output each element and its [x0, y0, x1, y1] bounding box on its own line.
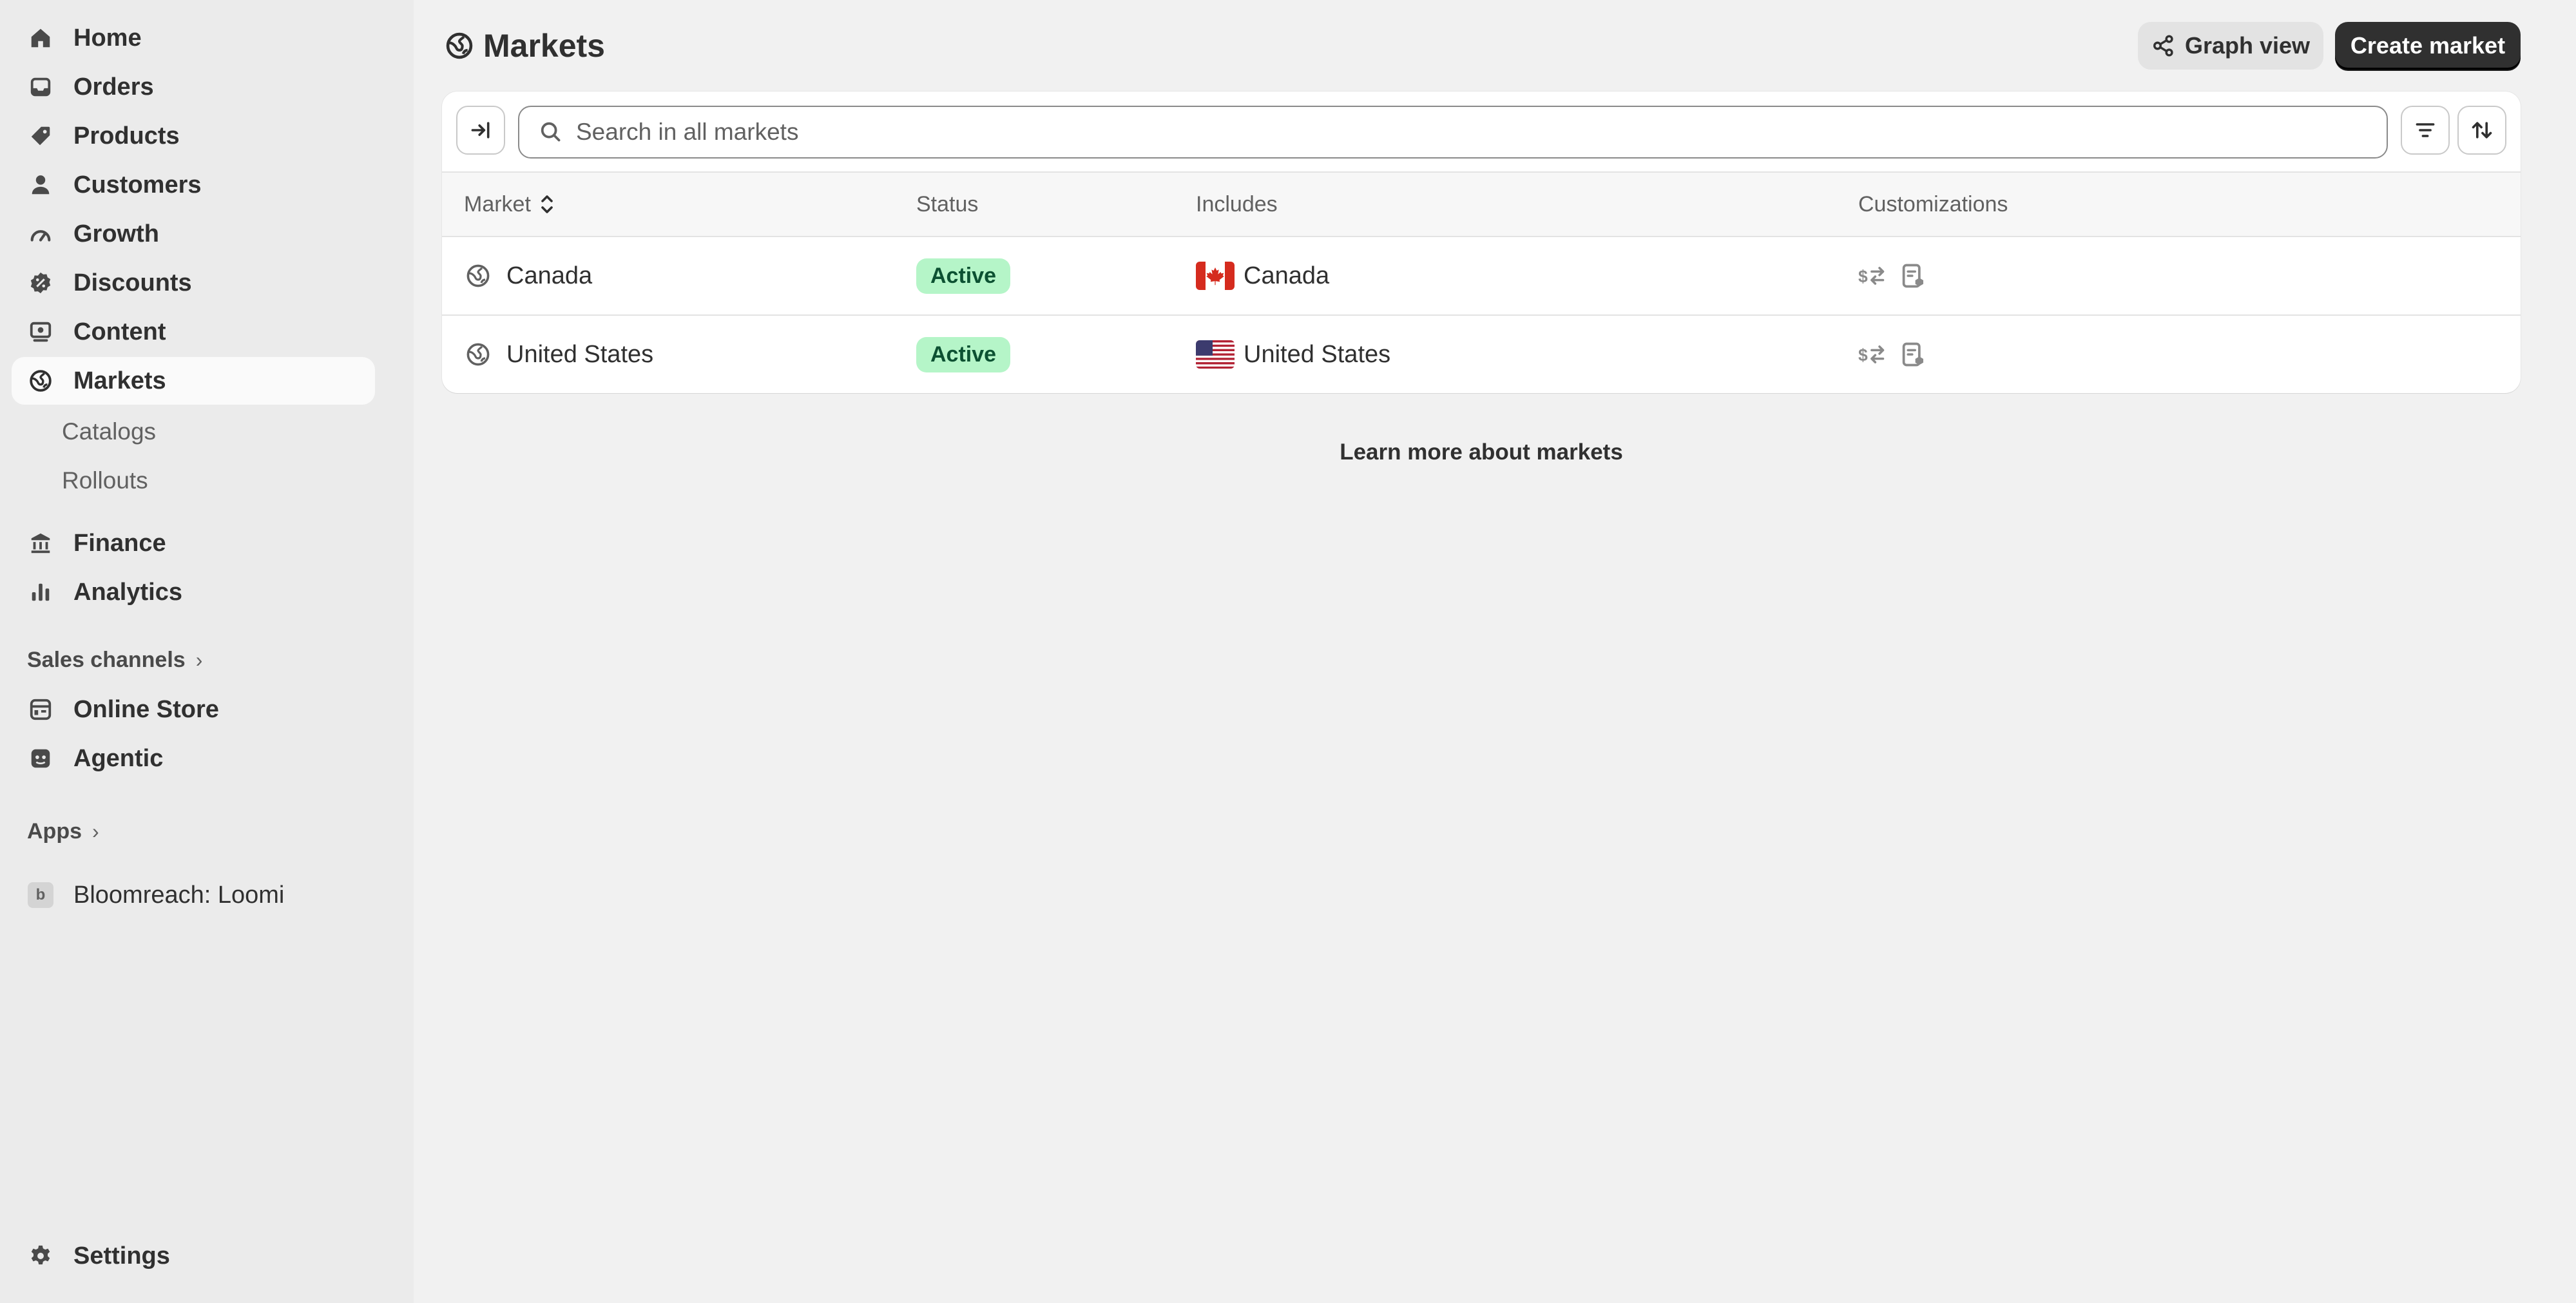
chevron-right-icon: › — [195, 648, 203, 671]
status-cell: Active — [916, 237, 1011, 314]
globe-icon — [445, 31, 474, 61]
market-name[interactable]: United States — [506, 341, 653, 369]
sidebar-item-bloomreach-loomi[interactable]: b Bloomreach: Loomi — [12, 871, 375, 919]
search-input[interactable] — [575, 118, 2387, 146]
person-icon — [27, 171, 54, 198]
sidebar-item-discounts[interactable]: Discounts — [12, 259, 375, 307]
status-badge: Active — [916, 258, 1011, 294]
sidebar-item-markets[interactable]: Markets — [12, 357, 375, 405]
sidebar-item-label: Settings — [73, 1242, 170, 1269]
chevron-right-icon: › — [92, 819, 99, 843]
store-icon — [27, 696, 54, 723]
catalog-icon — [1902, 342, 1923, 367]
sidebar-item-label: Content — [73, 318, 166, 345]
table-header: Market Status Includes Customizations — [442, 173, 2521, 237]
agentic-icon — [27, 745, 54, 772]
search-icon — [539, 120, 563, 144]
sidebar-item-analytics[interactable]: Analytics — [12, 568, 375, 616]
table-row[interactable]: United States Active United States $ — [442, 316, 2521, 393]
markets-table-card: Market Status Includes Customizations Ca… — [442, 92, 2521, 393]
bar-chart-icon — [27, 579, 54, 606]
status-cell: Active — [916, 316, 1011, 393]
sidebar: Home Orders Products Customers Growth Di… — [0, 0, 414, 1303]
filter-button[interactable] — [2401, 106, 2450, 155]
gauge-icon — [27, 220, 54, 247]
market-cell: United States — [465, 316, 653, 393]
globe-icon — [466, 343, 490, 366]
arrow-right-to-line-icon — [471, 122, 490, 139]
column-header-market[interactable]: Market — [464, 173, 555, 236]
sidebar-item-products[interactable]: Products — [12, 112, 375, 160]
content-icon — [27, 318, 54, 345]
includes-country: United States — [1244, 340, 1391, 368]
table-toolbar — [442, 92, 2521, 173]
sidebar-item-label: Bloomreach: Loomi — [73, 881, 285, 909]
catalog-icon — [1902, 264, 1923, 288]
status-badge: Active — [916, 336, 1011, 372]
sidebar-subitem-rollouts[interactable]: Rollouts — [62, 461, 148, 500]
search-input-wrapper[interactable] — [518, 106, 2388, 159]
create-market-button[interactable]: Create market — [2335, 22, 2521, 70]
sidebar-item-content[interactable]: Content — [12, 308, 375, 356]
sidebar-item-label: Finance — [73, 529, 166, 557]
sidebar-item-label: Discounts — [73, 269, 192, 296]
sidebar-item-label: Home — [73, 24, 142, 52]
canada-flag-icon — [1196, 262, 1235, 290]
sidebar-item-home[interactable]: Home — [12, 14, 375, 62]
sort-chevrons-icon — [541, 195, 553, 213]
bank-icon — [27, 530, 54, 557]
filter-icon — [2416, 123, 2435, 137]
app-badge-icon: b — [28, 882, 53, 908]
sort-button[interactable] — [2457, 106, 2506, 155]
svg-text:$: $ — [1858, 267, 1868, 286]
sidebar-item-settings[interactable]: Settings — [12, 1232, 375, 1280]
graph-view-button[interactable]: Graph view — [2138, 22, 2323, 70]
sidebar-item-label: Agentic — [73, 744, 164, 772]
page-title: Markets — [445, 26, 605, 66]
includes-country: Canada — [1244, 262, 1330, 289]
sidebar-item-label: Online Store — [73, 695, 219, 723]
currency-exchange-icon: $ — [1858, 345, 1885, 365]
globe-icon — [27, 367, 54, 394]
includes-cell: Canada — [1196, 237, 1329, 314]
learn-more-link[interactable]: Learn more about markets — [442, 433, 2521, 472]
collapse-toolbar-button[interactable] — [456, 106, 505, 155]
column-header-status: Status — [916, 191, 979, 217]
sales-channels-heading[interactable]: Sales channels › — [27, 642, 202, 678]
graph-icon — [2151, 34, 2176, 58]
svg-text:$: $ — [1858, 345, 1868, 365]
sidebar-item-label: Orders — [73, 73, 154, 101]
sidebar-item-label: Products — [73, 122, 180, 150]
sidebar-item-finance[interactable]: Finance — [12, 519, 375, 567]
sidebar-item-orders[interactable]: Orders — [12, 63, 375, 111]
sidebar-item-agentic[interactable]: Agentic — [12, 735, 375, 782]
sidebar-subitem-catalogs[interactable]: Catalogs — [62, 412, 156, 451]
inbox-icon — [27, 73, 54, 101]
table-row[interactable]: Canada Active Canada $ — [442, 237, 2521, 316]
sidebar-item-label: Analytics — [73, 578, 182, 606]
sidebar-item-label: Markets — [73, 367, 166, 394]
gear-icon — [27, 1242, 54, 1269]
column-header-includes: Includes — [1196, 191, 1278, 217]
currency-exchange-icon: $ — [1858, 267, 1885, 286]
globe-icon — [466, 264, 490, 287]
sidebar-item-label: Growth — [73, 220, 159, 247]
sidebar-item-label: Customers — [73, 171, 202, 198]
market-cell: Canada — [465, 237, 592, 314]
tag-icon — [27, 122, 54, 150]
sidebar-item-customers[interactable]: Customers — [12, 161, 375, 209]
includes-cell: United States — [1196, 316, 1390, 393]
customizations-cell: $ — [1858, 316, 1941, 393]
column-header-customizations: Customizations — [1858, 191, 2008, 217]
customizations-cell: $ — [1858, 237, 1941, 314]
sidebar-item-online-store[interactable]: Online Store — [12, 686, 375, 733]
sidebar-item-growth[interactable]: Growth — [12, 210, 375, 258]
market-name[interactable]: Canada — [506, 262, 592, 290]
us-flag-icon — [1196, 340, 1235, 369]
home-icon — [27, 24, 54, 52]
sort-arrows-icon — [2472, 122, 2492, 139]
apps-heading[interactable]: Apps › — [27, 813, 99, 849]
discount-icon — [27, 269, 54, 296]
